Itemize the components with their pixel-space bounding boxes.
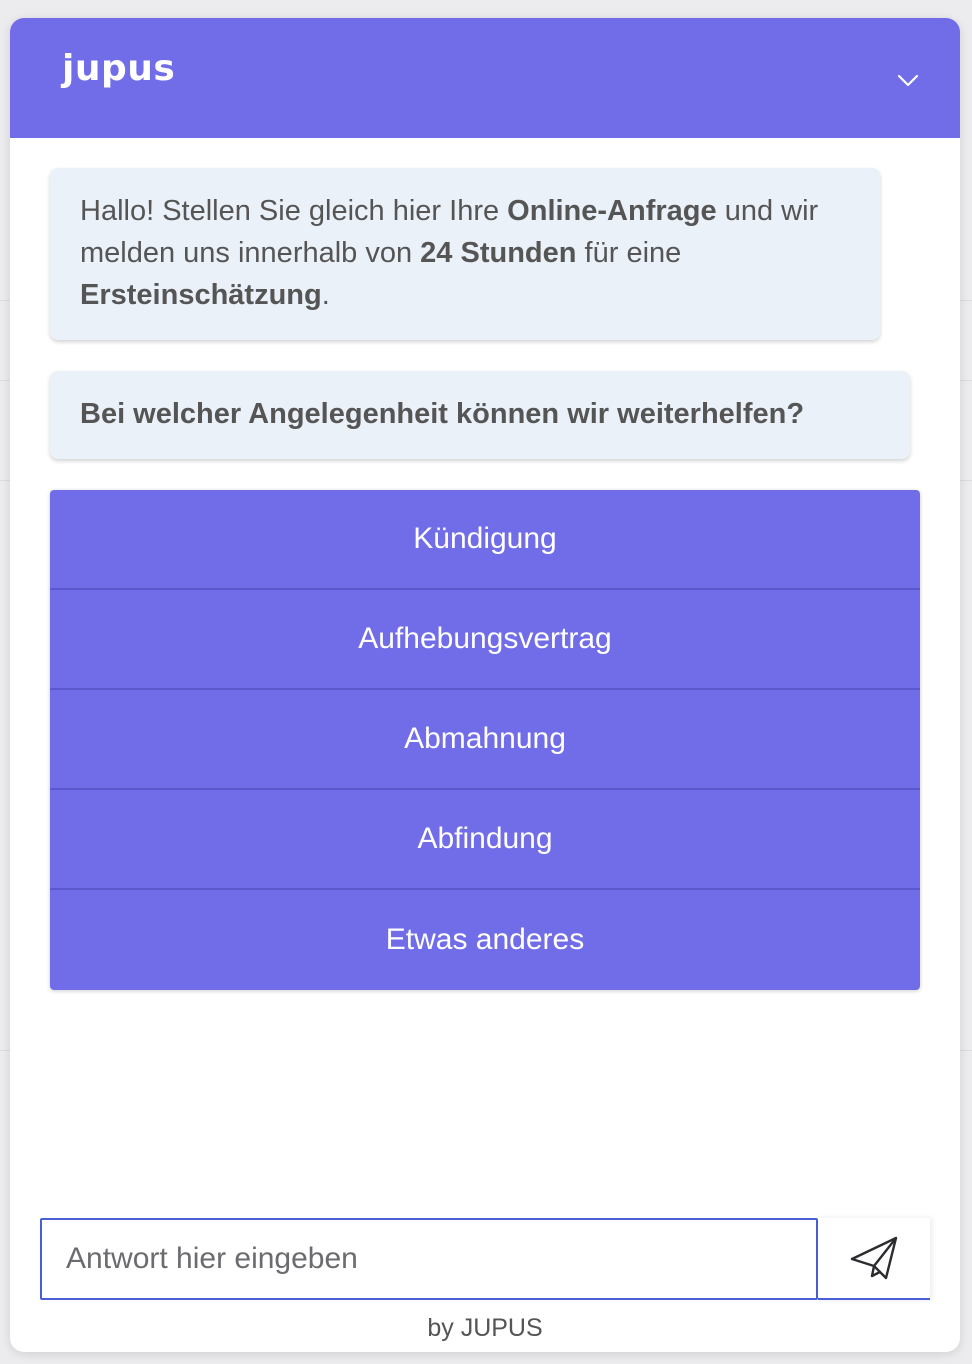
greeting-bold-ersteinschaetzung: Ersteinschätzung	[80, 279, 322, 311]
option-button-abmahnung[interactable]: Abmahnung	[50, 690, 920, 790]
send-button[interactable]	[818, 1218, 930, 1300]
question-text: Bei welcher Angelegenheit können wir wei…	[80, 398, 805, 430]
answer-input[interactable]	[40, 1218, 818, 1300]
chat-widget: jupus Hallo! Stellen Sie gleich hier Ihr…	[10, 18, 960, 1352]
option-button-aufhebungsvertrag[interactable]: Aufhebungsvertrag	[50, 590, 920, 690]
question-message: Bei welcher Angelegenheit können wir wei…	[50, 371, 910, 459]
option-list: Kündigung Aufhebungsvertrag Abmahnung Ab…	[50, 490, 920, 990]
message-composer	[40, 1218, 930, 1300]
chevron-down-icon	[897, 74, 919, 87]
option-button-kuendigung[interactable]: Kündigung	[50, 490, 920, 590]
option-button-etwas-anderes[interactable]: Etwas anderes	[50, 890, 920, 990]
greeting-text: Hallo! Stellen Sie gleich hier Ihre	[80, 195, 508, 227]
jupus-logo: jupus	[62, 48, 176, 89]
greeting-bold-24-stunden: 24 Stunden	[420, 237, 577, 269]
option-button-abfindung[interactable]: Abfindung	[50, 790, 920, 890]
greeting-bold-online-anfrage: Online-Anfrage	[507, 195, 717, 227]
paper-plane-icon	[850, 1236, 898, 1280]
greeting-message: Hallo! Stellen Sie gleich hier Ihre Onli…	[50, 168, 880, 340]
chat-header: jupus	[10, 18, 960, 138]
greeting-text: für eine	[576, 237, 682, 269]
collapse-button[interactable]	[890, 62, 926, 98]
greeting-text: .	[321, 279, 330, 311]
powered-by-footer: by JUPUS	[427, 1314, 543, 1342]
